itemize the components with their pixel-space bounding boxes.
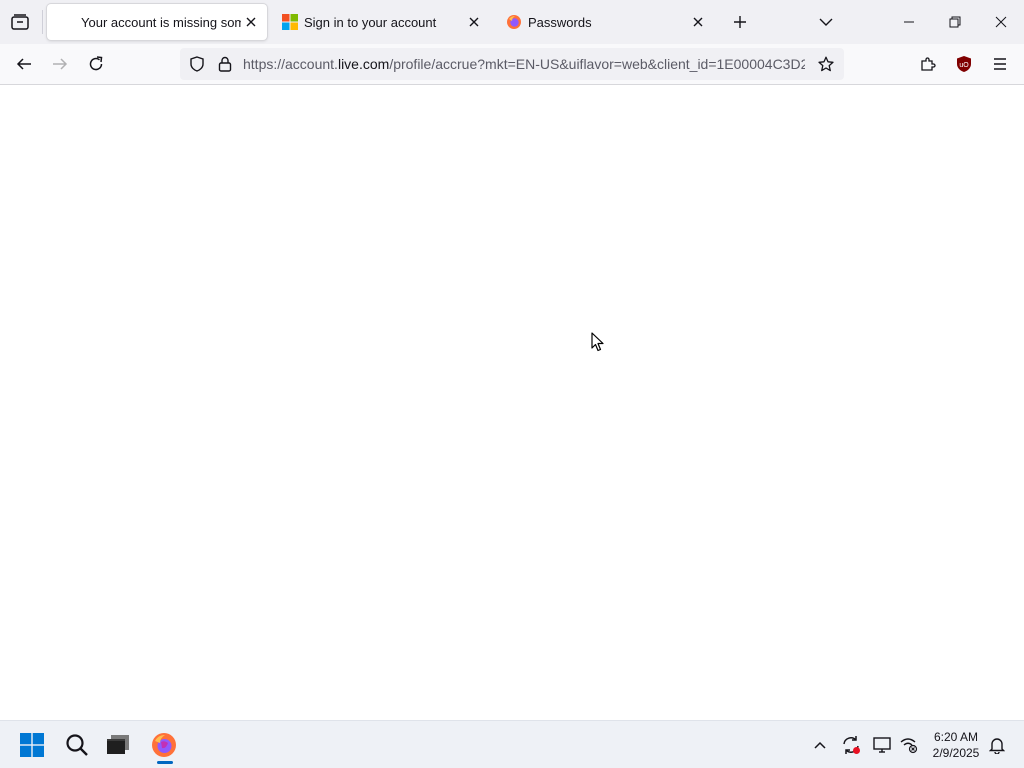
search-button[interactable] <box>61 729 93 761</box>
url-bar[interactable]: https://account.live.com/profile/accrue?… <box>180 48 844 80</box>
url-text[interactable]: https://account.live.com/profile/accrue?… <box>243 48 805 80</box>
wifi-off-icon <box>900 738 918 754</box>
sync-status-button[interactable] <box>840 734 862 756</box>
lock-icon[interactable] <box>215 54 235 74</box>
page-content[interactable] <box>0 85 1024 720</box>
puzzle-piece-icon <box>921 57 936 71</box>
blank-favicon <box>59 14 75 30</box>
chevron-down-icon <box>819 18 833 26</box>
close-icon[interactable] <box>464 12 484 32</box>
tab-separator <box>42 10 43 34</box>
reload-button[interactable] <box>82 50 110 78</box>
microsoft-logo-icon <box>282 14 298 30</box>
extensions-button[interactable] <box>914 50 942 78</box>
close-icon[interactable] <box>688 12 708 32</box>
plus-icon <box>734 16 746 28</box>
tracking-protection-shield-icon[interactable] <box>187 54 207 74</box>
tab-passwords[interactable]: Passwords <box>498 4 714 40</box>
tab-title: Sign in to your account <box>304 14 437 30</box>
tab-title: Passwords <box>528 14 592 30</box>
clock-date: 2/9/2025 <box>932 746 980 760</box>
restore-icon <box>949 16 961 28</box>
firefox-icon <box>506 14 522 30</box>
url-path: /profile/accrue?mkt=EN-US&uiflavor=web&c… <box>389 56 805 72</box>
back-arrow-icon <box>16 58 31 70</box>
back-button[interactable] <box>10 50 38 78</box>
windows-start-icon <box>20 733 44 757</box>
display-icon <box>873 737 891 753</box>
tab-account-missing-info[interactable]: Your account is missing some info <box>47 4 267 40</box>
tab-strip: Your account is missing some info Sign i… <box>0 0 1024 44</box>
bookmark-star-icon[interactable] <box>816 54 836 74</box>
close-icon[interactable] <box>241 12 261 32</box>
clock[interactable]: 6:20 AM 2/9/2025 <box>922 729 990 761</box>
sync-icon <box>843 736 860 754</box>
firefox-view-icon <box>11 14 29 30</box>
firefox-view-button[interactable] <box>6 8 34 36</box>
new-tab-button[interactable] <box>726 8 754 36</box>
list-all-tabs-button[interactable] <box>812 8 840 36</box>
minimize-icon <box>904 21 914 23</box>
forward-button[interactable] <box>46 50 74 78</box>
minimize-button[interactable] <box>886 0 932 44</box>
search-icon <box>66 734 88 756</box>
chevron-up-icon <box>814 741 826 749</box>
hamburger-menu-icon <box>994 58 1006 70</box>
terminal-button[interactable] <box>102 729 134 761</box>
clock-time: 6:20 AM <box>933 730 979 744</box>
url-prefix: https://account. <box>243 56 338 72</box>
active-app-indicator <box>157 761 173 764</box>
network-button[interactable] <box>898 734 920 756</box>
ublock-label: uO <box>959 62 969 69</box>
start-button[interactable] <box>16 729 48 761</box>
close-icon <box>995 16 1007 28</box>
display-button[interactable] <box>872 734 894 756</box>
firefox-taskbar-button[interactable] <box>148 729 180 761</box>
terminal-icon <box>107 735 129 754</box>
ublock-origin-button[interactable]: uO <box>950 50 978 78</box>
taskbar: 6:20 AM 2/9/2025 <box>0 720 1024 768</box>
reload-icon <box>89 56 103 71</box>
mouse-pointer-icon <box>591 332 604 352</box>
firefox-icon <box>152 733 176 757</box>
bell-icon <box>989 738 1005 754</box>
tab-sign-in[interactable]: Sign in to your account <box>274 4 490 40</box>
app-menu-button[interactable] <box>986 50 1014 78</box>
navigation-toolbar: https://account.live.com/profile/accrue?… <box>0 44 1024 85</box>
ublock-shield-icon: uO <box>957 56 971 72</box>
close-window-button[interactable] <box>978 0 1024 44</box>
restore-button[interactable] <box>932 0 978 44</box>
show-hidden-icons-button[interactable] <box>809 734 831 756</box>
notifications-button[interactable] <box>986 734 1008 756</box>
forward-arrow-icon <box>53 58 68 70</box>
url-host: live.com <box>337 56 390 72</box>
tab-title: Your account is missing some info <box>81 14 241 30</box>
